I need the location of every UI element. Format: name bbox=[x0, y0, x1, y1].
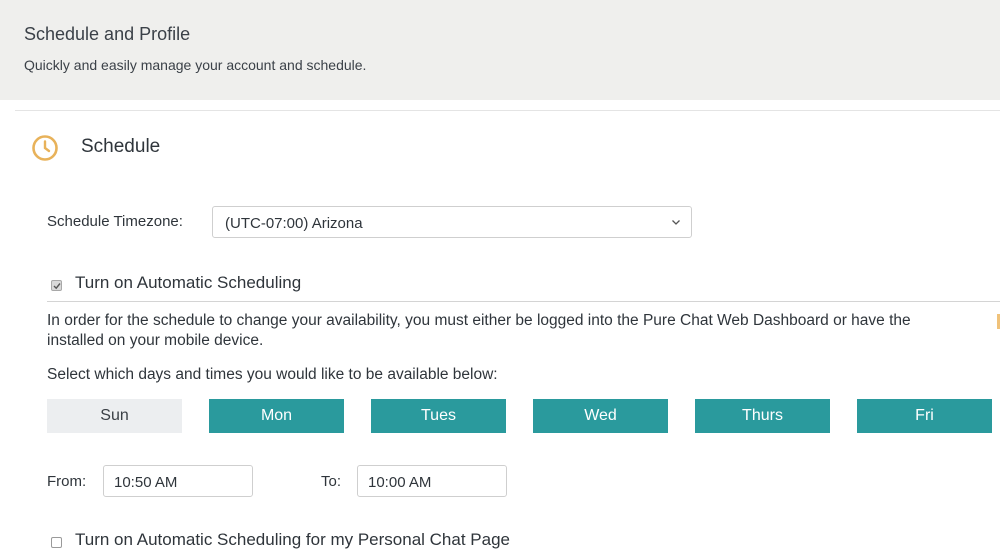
to-time-input[interactable]: 10:00 AM bbox=[357, 465, 507, 497]
clock-icon bbox=[32, 135, 58, 161]
check-icon bbox=[53, 283, 61, 290]
divider bbox=[47, 301, 1000, 302]
personal-scheduling-label: Turn on Automatic Scheduling for my Pers… bbox=[75, 530, 510, 549]
timezone-select[interactable]: (UTC-07:00) Arizona bbox=[212, 206, 692, 238]
day-toggle-sun[interactable]: Sun bbox=[47, 399, 182, 433]
day-toggle-tues[interactable]: Tues bbox=[371, 399, 506, 433]
info-text: In order for the schedule to change your… bbox=[47, 311, 1000, 351]
chevron-down-icon bbox=[672, 220, 680, 225]
day-toggle-fri[interactable]: Fri bbox=[857, 399, 992, 433]
page-header: Schedule and Profile Quickly and easily … bbox=[0, 0, 1000, 100]
panel-top-border bbox=[15, 110, 1000, 111]
to-time-value: 10:00 AM bbox=[368, 474, 432, 491]
info-line-1: In order for the schedule to change your… bbox=[47, 312, 911, 329]
from-time-value: 10:50 AM bbox=[114, 474, 178, 491]
page-subtitle: Quickly and easily manage your account a… bbox=[24, 57, 367, 73]
day-toggle-thurs[interactable]: Thurs bbox=[695, 399, 830, 433]
auto-scheduling-label: Turn on Automatic Scheduling bbox=[75, 273, 302, 292]
timezone-label: Schedule Timezone: bbox=[47, 213, 183, 230]
page-title: Schedule and Profile bbox=[24, 24, 191, 44]
from-time-input[interactable]: 10:50 AM bbox=[103, 465, 253, 497]
auto-scheduling-checkbox[interactable] bbox=[51, 280, 62, 291]
from-label: From: bbox=[47, 473, 87, 490]
section-title: Schedule bbox=[81, 136, 161, 157]
days-instruction: Select which days and times you would li… bbox=[47, 366, 498, 383]
timezone-value: (UTC-07:00) Arizona bbox=[225, 215, 363, 232]
day-toggle-wed[interactable]: Wed bbox=[533, 399, 668, 433]
to-label: To: bbox=[321, 473, 342, 490]
info-line-2: installed on your mobile device. bbox=[47, 332, 264, 349]
personal-scheduling-checkbox[interactable] bbox=[51, 537, 62, 548]
day-toggle-mon[interactable]: Mon bbox=[209, 399, 344, 433]
